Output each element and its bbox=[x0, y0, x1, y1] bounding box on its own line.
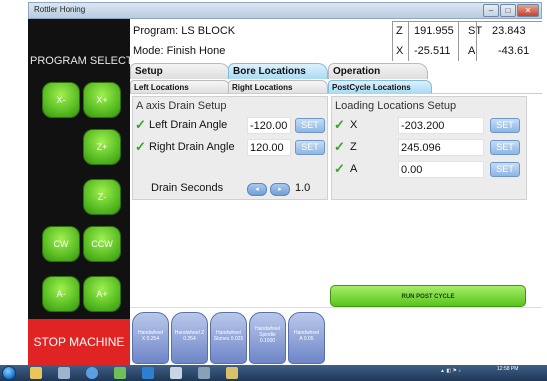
jog-x-plus-button[interactable]: X+ bbox=[83, 82, 121, 118]
rotate-ccw-button[interactable]: CCW bbox=[83, 226, 121, 262]
divider bbox=[392, 21, 393, 61]
set-right-drain-button[interactable]: SET bbox=[295, 140, 325, 155]
check-icon: ✓ bbox=[334, 139, 345, 154]
app-icon[interactable] bbox=[142, 367, 154, 379]
handwheel-z-button[interactable]: Handwheel Z 0.254 bbox=[171, 312, 208, 364]
handwheel-a-line2: A 0.05 bbox=[299, 336, 314, 342]
loading-a-label: A bbox=[350, 163, 358, 175]
check-icon: ✓ bbox=[135, 117, 146, 132]
app-icon[interactable] bbox=[226, 367, 238, 379]
mode-name: Mode: Finish Hone bbox=[133, 45, 226, 57]
network-icon[interactable] bbox=[58, 367, 70, 379]
left-panel: PROGRAM SELECT X- X+ Z+ Z- CW CCW A- A+ … bbox=[28, 19, 133, 365]
jog-z-minus-button[interactable]: Z- bbox=[83, 179, 121, 215]
program-name: Program: LS BLOCK bbox=[133, 25, 236, 37]
check-icon: ✓ bbox=[334, 161, 345, 176]
handwheel-x-button[interactable]: Handwheel X 0.254 bbox=[132, 312, 169, 364]
handwheel-spindle-line1: Handwheel Spindle bbox=[254, 326, 281, 338]
x-axis-label: X bbox=[396, 45, 404, 57]
jog-z-plus-button[interactable]: Z+ bbox=[83, 129, 121, 165]
subtab-right-locations[interactable]: Right Locations bbox=[228, 80, 328, 93]
close-icon[interactable]: ✕ bbox=[517, 4, 539, 17]
minimize-icon[interactable]: – bbox=[483, 4, 499, 17]
drain-seconds-value: 1.0 bbox=[295, 182, 311, 194]
jog-x-minus-button[interactable]: X- bbox=[42, 82, 80, 118]
run-post-cycle-button[interactable]: RUN POST CYCLE bbox=[330, 285, 526, 307]
drain-setup-title: A axis Drain Setup bbox=[136, 100, 227, 112]
coordinate-readout: Z 191.955 ST 23.843 X -25.511 A -43.61 bbox=[392, 21, 542, 61]
folder-icon[interactable] bbox=[30, 367, 42, 379]
set-loading-a-button[interactable]: SET bbox=[490, 162, 520, 177]
clock: 12:58 PM bbox=[497, 366, 519, 372]
a-axis-value: -43.61 bbox=[498, 45, 530, 57]
taskbar: ▲ ◧ ⚑ ♪ 12:58 PM bbox=[0, 365, 547, 381]
loading-a-field[interactable]: 0.00 bbox=[398, 161, 484, 178]
divider bbox=[476, 21, 477, 61]
right-drain-label: Right Drain Angle bbox=[149, 141, 235, 153]
rotate-cw-button[interactable]: CW bbox=[42, 226, 80, 262]
coord-row-bottom: X -25.511 A -43.61 bbox=[392, 42, 542, 62]
decrease-seconds-button[interactable]: ◂ bbox=[247, 183, 267, 196]
handwheel-a-button[interactable]: Handwheel A 0.05 bbox=[288, 312, 325, 364]
loading-locations-title: Loading Locations Setup bbox=[335, 100, 457, 112]
divider bbox=[408, 21, 409, 61]
stop-machine-button[interactable]: STOP MACHINE bbox=[28, 319, 130, 365]
subtab-postcycle-locations[interactable]: PostCycle Locations bbox=[328, 80, 432, 93]
drain-seconds-label: Drain Seconds bbox=[151, 182, 224, 194]
tab-bore-locations[interactable]: Bore Locations bbox=[228, 63, 328, 79]
handwheel-stones-button[interactable]: Handwheel Stones 0.025 bbox=[210, 312, 247, 364]
set-loading-x-button[interactable]: SET bbox=[490, 118, 520, 133]
set-loading-z-button[interactable]: SET bbox=[490, 140, 520, 155]
coord-row-top: Z 191.955 ST 23.843 bbox=[392, 22, 542, 42]
jog-a-plus-button[interactable]: A+ bbox=[83, 276, 121, 312]
handwheel-z-line2: 0.254 bbox=[183, 336, 196, 342]
handwheel-stones-line2: Stones 0.025 bbox=[213, 336, 244, 342]
app-icon[interactable] bbox=[170, 367, 182, 379]
loading-x-label: X bbox=[350, 119, 358, 131]
app-icon[interactable] bbox=[114, 367, 126, 379]
set-left-drain-button[interactable]: SET bbox=[295, 118, 325, 133]
check-icon: ✓ bbox=[135, 139, 146, 154]
right-drain-field[interactable]: 120.00 bbox=[247, 139, 291, 156]
handwheel-strip: Handwheel X 0.254 Handwheel Z 0.254 Hand… bbox=[130, 307, 542, 365]
z-axis-value: 191.955 bbox=[414, 25, 454, 37]
increase-seconds-button[interactable]: ▸ bbox=[270, 183, 290, 196]
program-select-label[interactable]: PROGRAM SELECT bbox=[30, 55, 133, 67]
tab-operation[interactable]: Operation bbox=[328, 63, 428, 79]
a-axis-label: A bbox=[468, 45, 476, 57]
jog-a-minus-button[interactable]: A- bbox=[42, 276, 80, 312]
content-area: A axis Drain Setup ✓ Left Drain Angle -1… bbox=[130, 93, 542, 305]
check-icon: ✓ bbox=[334, 117, 345, 132]
screen: Rottler Honing – □ ✕ PROGRAM SELECT X- X… bbox=[0, 0, 547, 381]
app-icon[interactable] bbox=[198, 367, 210, 379]
loading-x-field[interactable]: -203.200 bbox=[398, 117, 484, 134]
loading-z-field[interactable]: 245.096 bbox=[398, 139, 484, 156]
loading-locations-panel: Loading Locations Setup ✓ X -203.200 SET… bbox=[331, 96, 527, 200]
handwheel-x-line2: X 0.254 bbox=[141, 336, 160, 342]
x-axis-value: -25.511 bbox=[414, 45, 451, 57]
window-controls: – □ ✕ bbox=[483, 4, 539, 17]
system-tray-icons[interactable]: ▲ ◧ ⚑ ♪ bbox=[440, 368, 461, 374]
drain-setup-panel: A axis Drain Setup ✓ Left Drain Angle -1… bbox=[132, 96, 328, 200]
browser-icon[interactable] bbox=[86, 367, 98, 379]
z-axis-label: Z bbox=[396, 25, 403, 37]
handwheel-spindle-line2: 0.1000 bbox=[259, 338, 276, 344]
divider bbox=[458, 21, 459, 61]
st-value: 23.843 bbox=[492, 25, 526, 37]
title-bar: Rottler Honing – □ ✕ bbox=[28, 2, 542, 19]
window-title: Rottler Honing bbox=[34, 5, 86, 14]
subtab-left-locations[interactable]: Left Locations bbox=[130, 80, 230, 93]
start-button-icon[interactable] bbox=[2, 366, 16, 380]
loading-z-label: Z bbox=[350, 141, 357, 153]
left-drain-field[interactable]: -120.00 bbox=[247, 117, 291, 134]
handwheel-spindle-button[interactable]: Handwheel Spindle 0.1000 bbox=[249, 312, 286, 364]
maximize-icon[interactable]: □ bbox=[500, 4, 516, 17]
left-drain-label: Left Drain Angle bbox=[149, 119, 228, 131]
tab-setup[interactable]: Setup bbox=[130, 63, 230, 79]
